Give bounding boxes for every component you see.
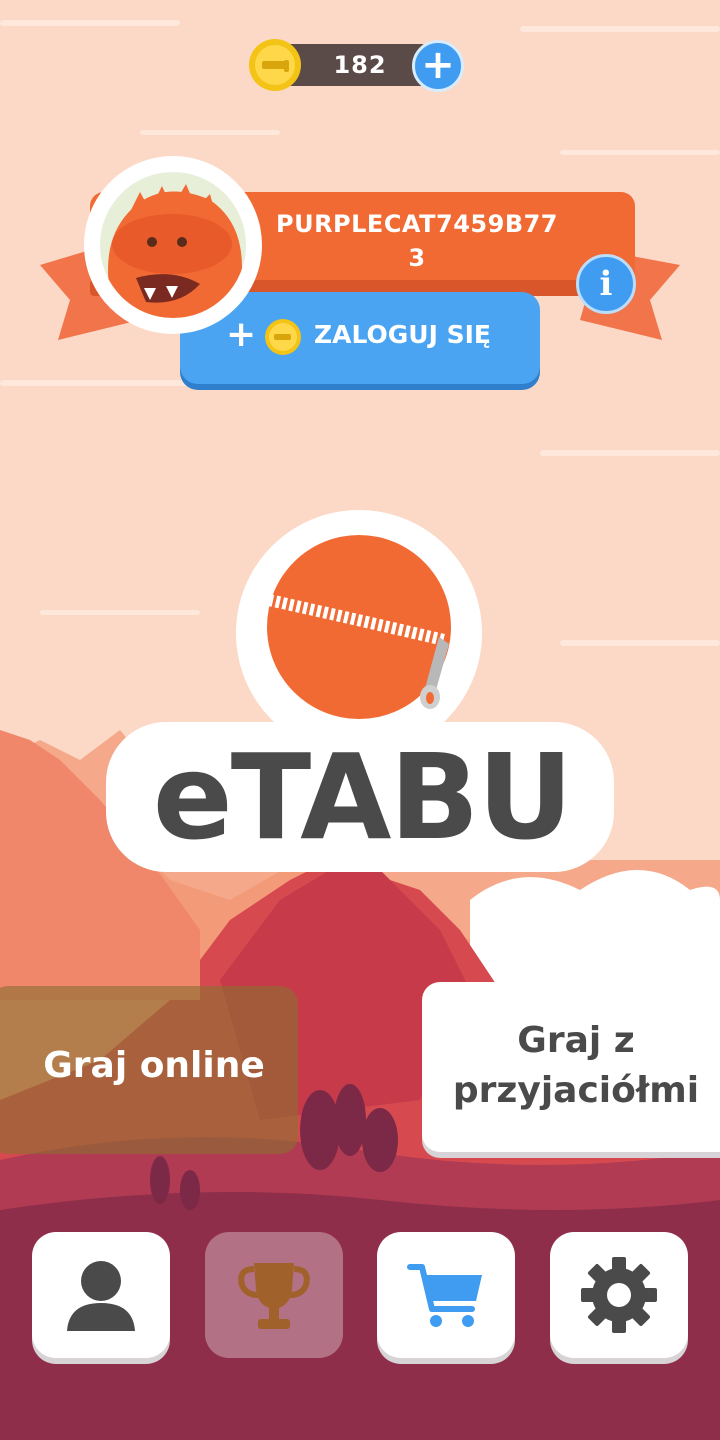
nav-profile-button[interactable] xyxy=(32,1232,170,1358)
logo-title: eTABU xyxy=(152,728,573,866)
play-with-friends-label: Graj z przyjaciółmi xyxy=(452,1020,700,1111)
nav-trophy-button[interactable] xyxy=(205,1232,343,1358)
logo-zipper-ball-icon xyxy=(267,535,451,719)
monster-avatar-icon xyxy=(108,184,242,318)
nav-shop-button[interactable] xyxy=(377,1232,515,1358)
add-coins-button[interactable]: + xyxy=(412,40,464,92)
cart-icon xyxy=(407,1264,482,1327)
login-coin-icon xyxy=(265,319,301,355)
avatar-image xyxy=(100,172,246,318)
login-plus-icon: + xyxy=(226,314,257,355)
info-button[interactable]: i xyxy=(576,254,636,314)
coin-count: 182 xyxy=(333,51,387,79)
gear-icon xyxy=(581,1257,657,1333)
trophy-icon xyxy=(238,1263,310,1329)
coin-icon xyxy=(249,39,301,91)
login-label: ZALOGUJ SIĘ xyxy=(314,320,491,349)
play-online-label: Graj online xyxy=(43,1045,265,1086)
profile-icon xyxy=(67,1261,135,1331)
nav-settings-button[interactable] xyxy=(550,1232,688,1358)
username-label: PURPLECAT7459B77 3 xyxy=(275,210,559,272)
